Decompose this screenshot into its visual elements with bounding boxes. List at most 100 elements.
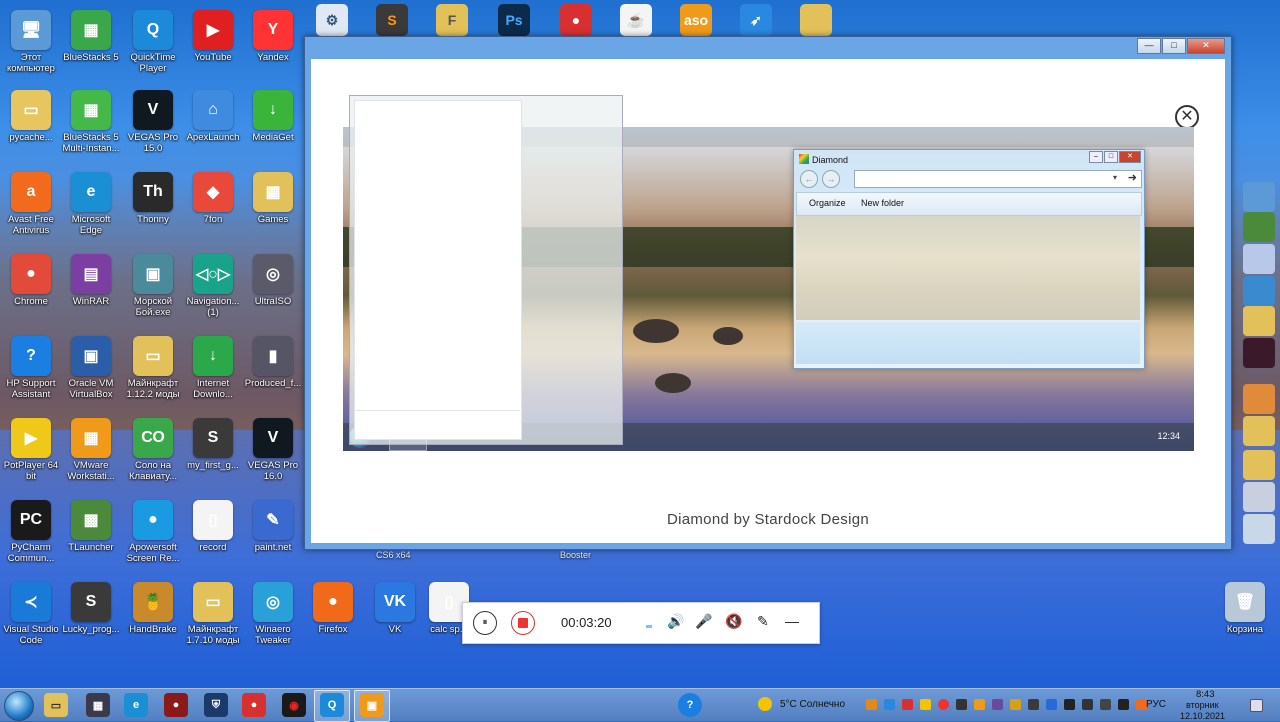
tray-icon[interactable] <box>884 699 895 710</box>
opera-icon[interactable]: ◉ <box>282 693 306 717</box>
notifications-icon[interactable] <box>1250 699 1263 712</box>
desktop-shortcut[interactable]: ⌂ ApexLaunch <box>182 86 244 164</box>
desktop-shortcut[interactable]: ▣ Морской Бой.exe <box>122 250 184 328</box>
quicktime-taskbar-icon[interactable]: Q <box>320 693 344 717</box>
edge-taskbar-icon[interactable]: e <box>124 693 148 717</box>
desktop-shortcut[interactable]: a Avast Free Antivirus <box>0 168 62 246</box>
aso-icon[interactable]: aso <box>680 4 712 36</box>
desktop-shortcut[interactable]: e Microsoft Edge <box>60 168 122 246</box>
tray-icon[interactable] <box>866 699 877 710</box>
volume-icon[interactable]: 🔊 <box>667 613 684 630</box>
desktop-shortcut[interactable]: 🍍 HandBrake <box>122 578 184 656</box>
desktop-shortcut[interactable]: V VEGAS Pro 15.0 <box>122 86 184 164</box>
desktop-shortcut[interactable]: ▦ VMware Workstati... <box>60 414 122 492</box>
desktop-shortcut[interactable]: ? HP Support Assistant <box>0 332 62 410</box>
sublime-icon[interactable]: S <box>376 4 408 36</box>
mute-icon[interactable]: 🔇 <box>725 613 742 630</box>
app-icon[interactable]: ● <box>164 693 188 717</box>
weather-icon[interactable] <box>758 697 772 711</box>
desktop-shortcut[interactable]: PC PyCharm Commun... <box>0 496 62 574</box>
java-icon[interactable]: ☕ <box>620 4 652 36</box>
store-icon[interactable]: ▦ <box>86 693 110 717</box>
desktop-shortcut[interactable]: S Lucky_prog... <box>60 578 122 656</box>
desktop-shortcut[interactable]: ▯ record <box>182 496 244 574</box>
clock-day[interactable]: вторник <box>1186 700 1219 710</box>
desktop-shortcut[interactable]: VK VK <box>364 578 426 656</box>
desktop-shortcut[interactable]: ◎ UltraISO <box>242 250 304 328</box>
folder-icon[interactable] <box>1243 416 1275 446</box>
desktop-shortcut[interactable]: ▤ WinRAR <box>60 250 122 328</box>
tray-icon[interactable] <box>1028 699 1039 710</box>
shield-icon[interactable]: ⛨ <box>204 693 228 717</box>
desktop-shortcut[interactable]: ● Firefox <box>302 578 364 656</box>
fm-icon[interactable]: F <box>436 4 468 36</box>
desktop-shortcut[interactable]: Y Yandex <box>242 6 304 84</box>
pause-button[interactable]: ⏸ <box>473 611 497 635</box>
desktop-shortcut[interactable]: ▦ Games <box>242 168 304 246</box>
volume-tray-icon[interactable] <box>1118 699 1129 710</box>
desktop-shortcut[interactable]: ▶ YouTube <box>182 6 244 84</box>
desktop-shortcut[interactable]: ▦ BlueStacks 5 Multi-Instan... <box>60 86 122 164</box>
explorer-icon[interactable]: ▭ <box>44 693 68 717</box>
recorder-taskbar-icon[interactable]: ● <box>242 693 266 717</box>
stop-button[interactable] <box>511 611 535 635</box>
minecraft-icon[interactable] <box>1243 212 1275 242</box>
maximize-button[interactable]: □ <box>1162 38 1186 54</box>
microphone-icon[interactable]: 🎤 <box>695 613 712 630</box>
desktop-shortcut[interactable]: ▶ PotPlayer 64 bit <box>0 414 62 492</box>
language-indicator[interactable]: РУС <box>1146 699 1166 710</box>
folder-icon[interactable] <box>1243 306 1275 336</box>
bird-icon[interactable]: ➶ <box>740 4 772 36</box>
minimize-recorder-button[interactable]: — <box>785 613 799 629</box>
tray-icon[interactable] <box>956 699 967 710</box>
desktop-shortcut[interactable]: ↓ Internet Downlo... <box>182 332 244 410</box>
desktop-shortcut[interactable]: ● Apowersoft Screen Re... <box>122 496 184 574</box>
yandex-tray-icon[interactable] <box>938 699 949 710</box>
desktop-shortcut[interactable]: ▩ TLauncher <box>60 496 122 574</box>
desktop-shortcut[interactable]: ▭ рycache... <box>0 86 62 164</box>
tray-icon[interactable] <box>992 699 1003 710</box>
image-icon[interactable] <box>1243 338 1275 368</box>
settings-icon[interactable]: ⚙ <box>316 4 348 36</box>
desktop-shortcut[interactable]: Th Thonny <box>122 168 184 246</box>
pen-icon[interactable]: ✎ <box>757 613 769 630</box>
calculator-icon[interactable] <box>1243 384 1275 414</box>
desktop-shortcut[interactable]: СО Соло на Клавиату... <box>122 414 184 492</box>
tray-icon[interactable] <box>902 699 913 710</box>
screen-recorder-icon[interactable]: ● <box>560 4 592 36</box>
desktop-shortcut[interactable]: 🖥 Этот компьютер <box>0 6 62 84</box>
folder-icon[interactable] <box>1243 244 1275 274</box>
close-button[interactable]: ✕ <box>1187 38 1225 54</box>
desktop-shortcut[interactable]: ◎ Winaero Tweaker <box>242 578 304 656</box>
desktop-shortcut[interactable]: 🗑 Корзина <box>1214 578 1276 656</box>
tray-icon[interactable] <box>1082 699 1093 710</box>
minimize-button[interactable]: — <box>1137 38 1161 54</box>
desktop-shortcut[interactable]: ▭ Майнкрафт 1.12.2 моды <box>122 332 184 410</box>
bluetooth-icon[interactable] <box>1046 699 1057 710</box>
start-button[interactable] <box>4 691 34 721</box>
clock-time[interactable]: 8:43 <box>1196 689 1215 700</box>
photoshop-icon[interactable]: Ps <box>498 4 530 36</box>
help-icon[interactable]: ? <box>678 693 702 717</box>
desktop-shortcut[interactable]: ◆ 7fon <box>182 168 244 246</box>
desktop-shortcut[interactable]: ▮ Produced_f... <box>242 332 304 410</box>
tray-icon[interactable] <box>1010 699 1021 710</box>
desktop-shortcut[interactable]: ▦ BlueStacks 5 <box>60 6 122 84</box>
desktop-shortcut[interactable]: Smy_first_g... <box>182 414 244 492</box>
tools-icon[interactable] <box>1243 482 1275 512</box>
window-taskbar-icon[interactable]: ▣ <box>360 693 384 717</box>
desktop-shortcut[interactable]: V VEGAS Pro 16.0 <box>242 414 304 492</box>
close-preview-icon[interactable]: ✕ <box>1175 105 1199 129</box>
tray-icon[interactable] <box>974 699 985 710</box>
folder-icon[interactable] <box>800 4 832 36</box>
desktop-shortcut[interactable]: ◁○▷ Navigation... (1) <box>182 250 244 328</box>
control-panel-icon[interactable] <box>1243 276 1275 306</box>
weather-text[interactable]: 5°C Солнечно <box>780 699 845 710</box>
desktop-shortcut[interactable]: ▭ Майнкрафт 1.7.10 моды <box>182 578 244 656</box>
tray-icon[interactable] <box>920 699 931 710</box>
microphone-tray-icon[interactable] <box>1064 699 1075 710</box>
network-icon[interactable] <box>1100 699 1111 710</box>
desktop-shortcut[interactable]: ✎ paint.net <box>242 496 304 574</box>
recycle-bin-small-icon[interactable] <box>1243 514 1275 544</box>
computer-icon[interactable] <box>1243 182 1275 212</box>
